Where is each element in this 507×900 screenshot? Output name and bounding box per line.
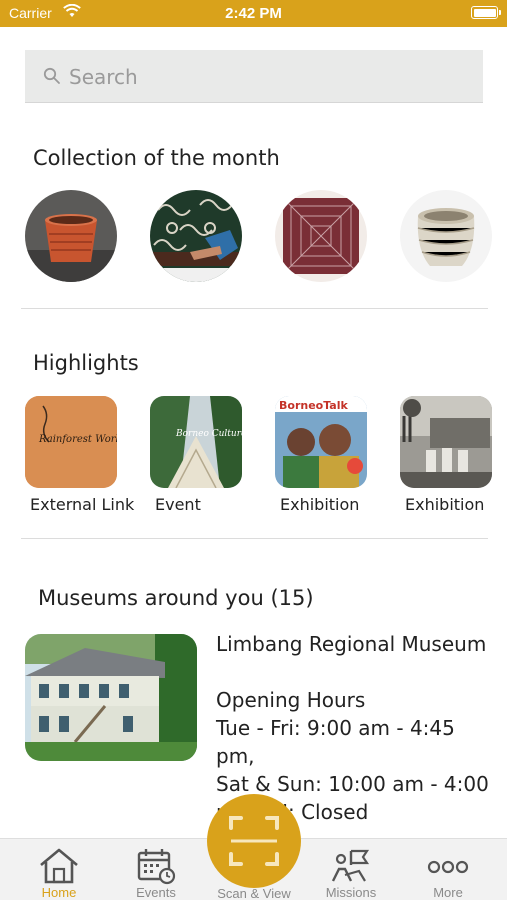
highlight-label: Event bbox=[155, 495, 201, 514]
home-icon bbox=[40, 848, 78, 884]
museum-name[interactable]: Limbang Regional Museum bbox=[216, 630, 496, 658]
tab-events-label: Events bbox=[136, 885, 176, 900]
tab-home[interactable]: Home bbox=[9, 839, 109, 900]
divider bbox=[21, 308, 488, 309]
scan-view-button[interactable] bbox=[207, 794, 301, 888]
tab-events[interactable]: Events bbox=[106, 839, 206, 900]
highlight-label: Exhibition bbox=[405, 495, 485, 514]
collection-item-white-basket[interactable] bbox=[400, 190, 492, 282]
search-placeholder: Search bbox=[69, 65, 138, 89]
highlight-card-external-link[interactable]: Rainforest World Music Festival bbox=[25, 396, 117, 488]
highlights-title: Highlights bbox=[33, 351, 139, 375]
highlight-image-text: Rainforest World Music Festival bbox=[38, 434, 117, 445]
highlight-label: External Link bbox=[30, 495, 135, 514]
scan-icon bbox=[229, 816, 279, 866]
divider bbox=[21, 538, 488, 539]
highlight-image-text: Borneo Cultures Museum bbox=[175, 429, 242, 439]
collection-item-red-basket[interactable] bbox=[25, 190, 117, 282]
opening-hours-heading: Opening Hours bbox=[216, 688, 366, 712]
highlight-card-exhibition[interactable]: BorneoTalk bbox=[275, 396, 367, 488]
highlight-label: Exhibition bbox=[280, 495, 360, 514]
status-bar: Carrier 2:42 PM bbox=[0, 0, 507, 27]
tab-missions-label: Missions bbox=[325, 885, 377, 900]
more-icon bbox=[427, 860, 469, 874]
tab-scan-label: Scan & View bbox=[217, 886, 291, 900]
tab-more-label: More bbox=[433, 885, 463, 900]
highlight-image-text: BorneoTalk bbox=[279, 399, 348, 412]
search-input[interactable]: Search bbox=[25, 50, 483, 103]
tab-more[interactable]: More bbox=[398, 839, 498, 900]
museum-image[interactable] bbox=[25, 634, 197, 761]
collection-item-textile[interactable] bbox=[150, 190, 242, 282]
missions-icon bbox=[331, 849, 370, 882]
museums-title: Museums around you (15) bbox=[38, 586, 314, 610]
collection-title: Collection of the month bbox=[33, 146, 280, 170]
battery-icon bbox=[471, 6, 501, 19]
tab-home-label: Home bbox=[41, 885, 77, 900]
search-icon bbox=[43, 67, 60, 84]
opening-hours-weekday: Tue - Fri: 9:00 am - 4:45 pm, bbox=[216, 716, 455, 768]
tab-missions[interactable]: Missions bbox=[301, 839, 401, 900]
highlight-card-event[interactable]: Borneo Cultures Museum bbox=[150, 396, 242, 488]
calendar-icon bbox=[137, 849, 176, 885]
highlight-card-exhibition-2[interactable] bbox=[400, 396, 492, 488]
collection-item-cloth[interactable] bbox=[275, 190, 367, 282]
status-time: 2:42 PM bbox=[225, 5, 282, 22]
